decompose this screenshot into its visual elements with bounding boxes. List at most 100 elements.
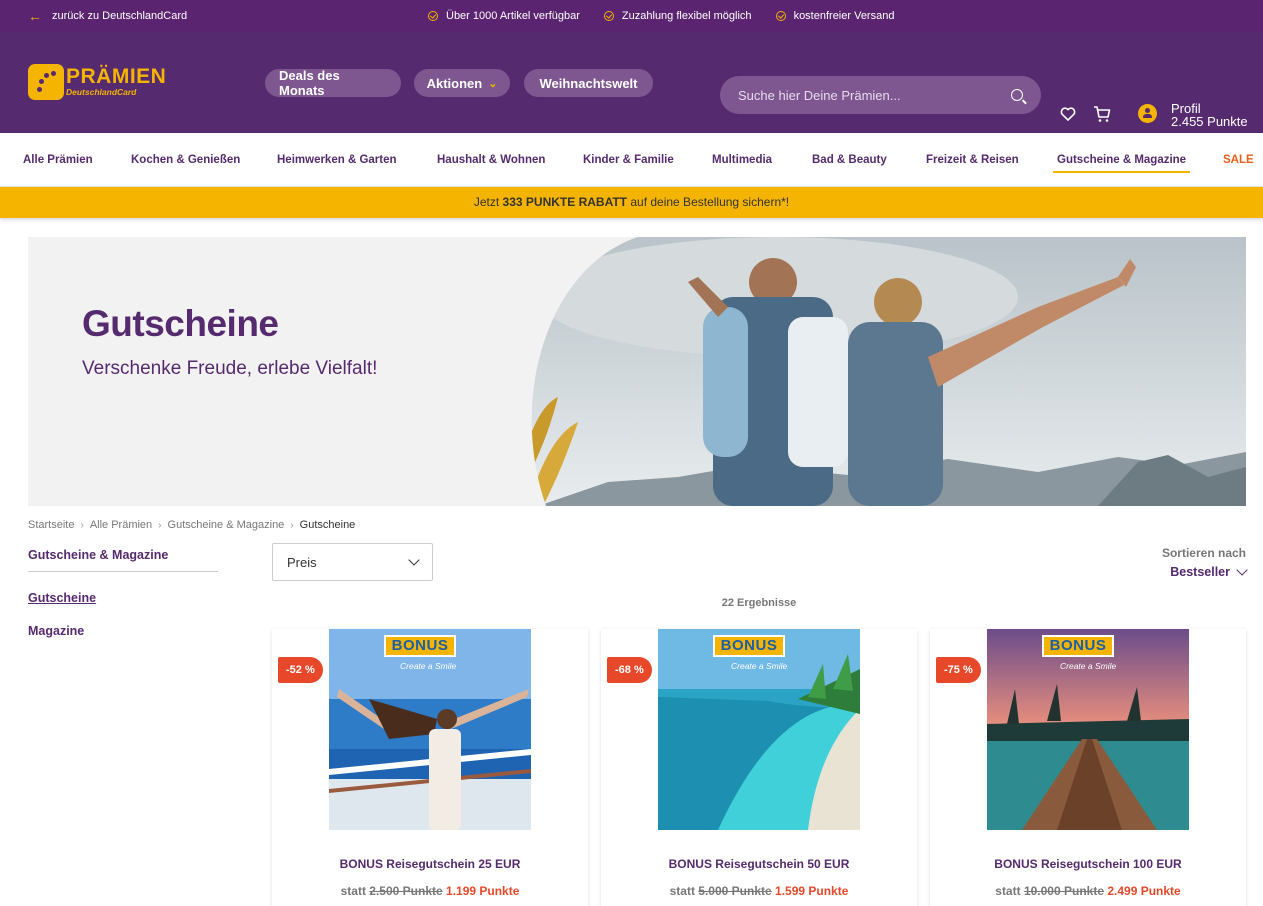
logo-subtitle: DeutschlandCard xyxy=(66,87,137,97)
price-old: 2.500 Punkte xyxy=(369,884,443,898)
bonus-tagline: Create a Smile xyxy=(400,661,457,671)
category-sale[interactable]: SALE xyxy=(1223,133,1254,187)
breadcrumb-startseite[interactable]: Startseite xyxy=(28,519,74,531)
discount-badge: -75 % xyxy=(936,657,981,683)
price-filter-label: Preis xyxy=(287,554,317,570)
chevron-down-icon xyxy=(408,554,420,566)
logo[interactable]: PRÄMIEN DeutschlandCard xyxy=(28,64,166,100)
breadcrumb-gutscheine-magazine[interactable]: Gutscheine & Magazine xyxy=(168,519,285,531)
bonus-logo: BONUS xyxy=(1042,635,1114,657)
bonus-logo: BONUS xyxy=(384,635,456,657)
category-haushalt[interactable]: Haushalt & Wohnen xyxy=(437,133,545,187)
breadcrumb-alle-praemien[interactable]: Alle Prämien xyxy=(90,519,152,531)
deals-button[interactable]: Deals des Monats xyxy=(265,68,401,98)
promo-suffix: auf deine Bestellung sichern*! xyxy=(627,195,790,209)
cart-icon[interactable] xyxy=(1093,105,1111,123)
user-icon xyxy=(1138,104,1157,123)
sort-dropdown[interactable]: Bestseller xyxy=(1170,564,1248,579)
aktionen-button-label: Aktionen xyxy=(426,75,483,91)
usp-list: Über 1000 Artikel verfügbar Zuzahlung fl… xyxy=(428,0,894,32)
breadcrumb-current: Gutscheine xyxy=(299,519,356,531)
price-new: 1.199 Punkte xyxy=(446,884,520,898)
page-title: Gutscheine xyxy=(82,303,279,344)
sidebar-item-magazine[interactable]: Magazine xyxy=(28,624,84,638)
sidebar-heading[interactable]: Gutscheine & Magazine xyxy=(28,548,218,572)
category-heimwerken[interactable]: Heimwerken & Garten xyxy=(277,133,397,187)
aktionen-button[interactable]: Aktionen ⌄ xyxy=(414,69,510,97)
category-kinder[interactable]: Kinder & Familie xyxy=(583,133,674,187)
chevron-right-icon: › xyxy=(290,519,294,531)
price-new: 2.499 Punkte xyxy=(1107,884,1181,898)
hero-subtitle: Verschenke Freude, erlebe Vielfalt! xyxy=(82,358,378,379)
deals-button-label: Deals des Monats xyxy=(279,68,340,98)
product-image xyxy=(987,629,1189,830)
back-link-label: zurück zu DeutschlandCard xyxy=(52,10,188,22)
product-card[interactable]: BONUS Create a Smile -52 % BONUS Reisegu… xyxy=(272,629,588,906)
product-price: statt 5.000 Punkte 1.599 Punkte xyxy=(601,884,917,898)
product-card[interactable]: BONUS Create a Smile -68 % BONUS Reisegu… xyxy=(601,629,917,906)
check-icon xyxy=(775,11,786,21)
promo-highlight: 333 PUNKTE RABATT xyxy=(502,195,628,209)
price-new: 1.599 Punkte xyxy=(775,884,849,898)
price-old: 10.000 Punkte xyxy=(1023,884,1104,898)
profile-points: 2.455 Punkte xyxy=(1171,114,1248,129)
product-name[interactable]: BONUS Reisegutschein 50 EUR xyxy=(601,857,917,871)
sort-value: Bestseller xyxy=(1170,565,1230,579)
usp-item: kostenfreier Versand xyxy=(775,10,895,22)
chevron-right-icon: › xyxy=(158,519,162,531)
breadcrumb: Startseite › Alle Prämien › Gutscheine & M… xyxy=(28,519,355,531)
bonus-tagline: Create a Smile xyxy=(731,661,788,671)
results-count: 22 Ergebnisse xyxy=(721,597,797,609)
product-name[interactable]: BONUS Reisegutschein 25 EUR xyxy=(272,857,588,871)
arrow-left-icon: ← xyxy=(28,8,42,24)
product-price: statt 2.500 Punkte 1.199 Punkte xyxy=(272,884,588,898)
check-icon xyxy=(603,11,614,21)
sort-label: Sortieren nach xyxy=(1161,546,1246,560)
price-statt: statt xyxy=(340,884,366,898)
usp-item: Über 1000 Artikel verfügbar xyxy=(428,10,580,22)
category-freizeit[interactable]: Freizeit & Reisen xyxy=(926,133,1019,187)
back-link[interactable]: ← zurück zu DeutschlandCard xyxy=(28,0,187,32)
product-card[interactable]: BONUS Create a Smile -75 % BONUS Reisegu… xyxy=(930,629,1246,906)
product-name[interactable]: BONUS Reisegutschein 100 EUR xyxy=(930,857,1246,871)
logo-title: PRÄMIEN xyxy=(66,65,167,88)
product-price: statt 10.000 Punkte 2.499 Punkte xyxy=(930,884,1246,898)
chevron-down-icon xyxy=(1236,564,1248,576)
price-statt: statt xyxy=(995,884,1021,898)
discount-badge: -52 % xyxy=(278,657,323,683)
usp-label: Über 1000 Artikel verfügbar xyxy=(446,10,580,22)
price-old: 5.000 Punkte xyxy=(698,884,772,898)
logo-mark-icon xyxy=(28,64,64,100)
search-input[interactable]: Suche hier Deine Prämien... xyxy=(720,76,1041,114)
bonus-logo: BONUS xyxy=(713,635,785,657)
category-gutscheine[interactable]: Gutscheine & Magazine xyxy=(1052,133,1191,187)
product-image xyxy=(658,629,860,830)
usp-item: Zuzahlung flexibel möglich xyxy=(603,10,752,22)
usp-label: kostenfreier Versand xyxy=(793,10,895,22)
chevron-down-icon: ⌄ xyxy=(488,77,498,90)
weihnachtswelt-button-label: Weihnachtswelt xyxy=(539,75,638,91)
search-icon[interactable] xyxy=(1011,89,1023,101)
sidebar-item-gutscheine[interactable]: Gutscheine xyxy=(28,591,96,605)
category-alle-praemien[interactable]: Alle Prämien xyxy=(23,133,93,187)
usp-label: Zuzahlung flexibel möglich xyxy=(621,10,752,22)
product-image xyxy=(329,629,531,830)
price-statt: statt xyxy=(669,884,695,898)
price-filter-dropdown[interactable]: Preis xyxy=(272,543,433,581)
heart-icon[interactable] xyxy=(1060,106,1076,122)
category-multimedia[interactable]: Multimedia xyxy=(712,133,772,187)
promo-prefix: Jetzt xyxy=(473,195,503,209)
category-nav: Alle Prämien Kochen & Genießen Heimwerke… xyxy=(0,133,1263,187)
chevron-right-icon: › xyxy=(80,519,84,531)
promo-banner[interactable]: Jetzt 333 PUNKTE RABATT auf deine Bestel… xyxy=(0,187,1263,218)
profile-link[interactable]: Profil 2.455 Punkte xyxy=(1138,102,1248,128)
search-placeholder: Suche hier Deine Prämien... xyxy=(738,87,901,103)
check-icon xyxy=(428,11,438,21)
category-bad-beauty[interactable]: Bad & Beauty xyxy=(812,133,887,187)
bonus-tagline: Create a Smile xyxy=(1060,661,1117,671)
category-kochen[interactable]: Kochen & Genießen xyxy=(131,133,240,187)
main-header: PRÄMIEN DeutschlandCard Deals des Monats… xyxy=(0,32,1263,133)
discount-badge: -68 % xyxy=(607,657,652,683)
hero-banner: Gutscheine Verschenke Freude, erlebe Vie… xyxy=(28,237,1246,506)
weihnachtswelt-button[interactable]: Weihnachtswelt xyxy=(524,69,653,97)
